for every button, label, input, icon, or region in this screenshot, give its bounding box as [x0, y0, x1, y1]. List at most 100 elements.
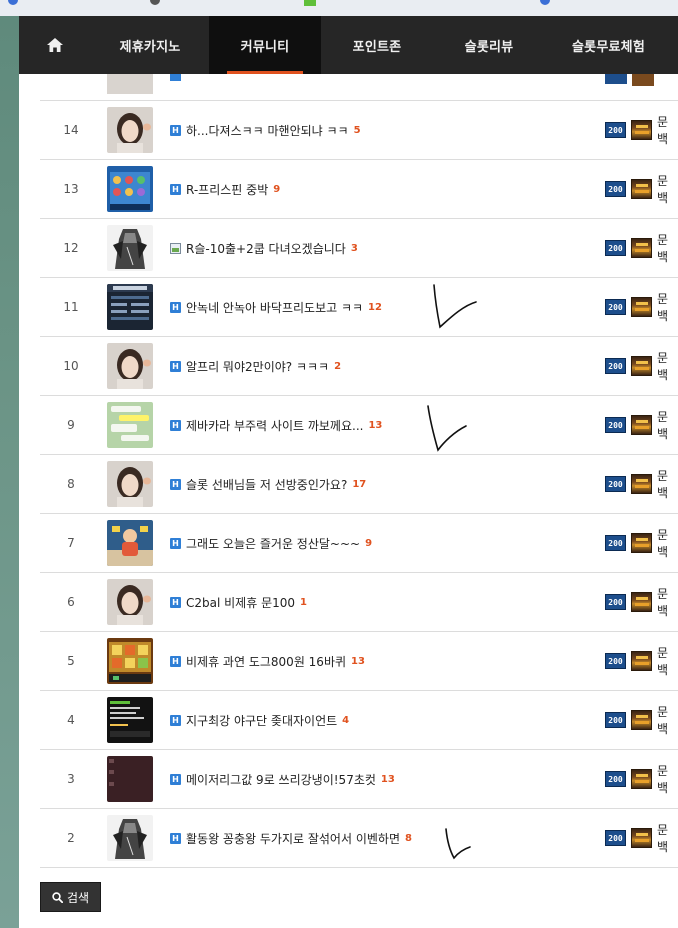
post-thumbnail	[107, 74, 153, 94]
post-thumbnail[interactable]	[107, 107, 153, 153]
writer-info[interactable]: 200 문백	[605, 455, 678, 513]
table-row[interactable]: 8 H 슬롯 선배님들 저 선방중인가요? 17 200 문백	[40, 455, 678, 514]
post-title: 메이저리그값 9로 쓰리강냉이!57초컷	[186, 772, 376, 787]
post-number: 2	[67, 831, 75, 845]
writer-info[interactable]: 200 문백	[605, 632, 678, 690]
post-title: R-프리스핀 중박	[186, 182, 269, 197]
browser-chrome	[0, 0, 678, 17]
writer-info[interactable]: 200 문백	[605, 691, 678, 749]
writer-info[interactable]: 200 문백	[605, 278, 678, 336]
nav-item-community[interactable]: 커뮤니티	[209, 16, 321, 74]
nav-item-affiliate-casino[interactable]: 제휴카지노	[91, 16, 209, 74]
writer-info[interactable]: 200 문백	[605, 573, 678, 631]
table-row[interactable]: 4 H 지구최강 야구단 좆대자이언트 4 200 문백	[40, 691, 678, 750]
browser-icon	[540, 0, 550, 5]
level-badge	[605, 74, 627, 84]
comment-count: 5	[353, 124, 361, 136]
table-row[interactable]: 13 H R-프리스핀 중박 9 200 문백	[40, 160, 678, 219]
nav-home-button[interactable]	[19, 16, 91, 74]
h-post-icon: H	[170, 596, 181, 608]
writer-name: 문백	[657, 764, 669, 795]
table-row[interactable]: 11 H 안녹네 안녹아 바닥프리도보고 ㅋㅋ 12 200 문백	[40, 278, 678, 337]
writer-info[interactable]: 200 문백	[605, 337, 678, 395]
search-button-label: 검색	[66, 890, 90, 905]
writer-info[interactable]: 200 문백	[605, 219, 678, 277]
writer-info[interactable]: 200 문백	[605, 514, 678, 572]
post-thumbnail[interactable]	[107, 815, 153, 861]
image-post-icon	[170, 242, 181, 254]
post-thumbnail[interactable]	[107, 284, 153, 330]
writer-info[interactable]: 200 문백	[605, 396, 678, 454]
h-post-icon: H	[170, 124, 181, 136]
table-row[interactable]: 6 H C2bal 비제휴 문100 1 200 문백	[40, 573, 678, 632]
post-number: 3	[67, 772, 75, 786]
writer-name: 문백	[657, 233, 669, 264]
post-thumbnail[interactable]	[107, 579, 153, 625]
post-title-link[interactable]: H C2bal 비제휴 문100 1	[170, 573, 307, 631]
comment-count: 13	[380, 773, 395, 785]
writer-name: 문백	[657, 528, 669, 559]
post-number: 8	[67, 477, 75, 491]
post-number: 11	[63, 300, 79, 314]
post-title-link[interactable]: H 메이저리그값 9로 쓰리강냉이!57초컷 13	[170, 750, 395, 808]
comment-count: 3	[350, 242, 358, 254]
writer-info[interactable]: 200 문백	[605, 160, 678, 218]
post-thumbnail[interactable]	[107, 343, 153, 389]
post-title: 그래도 오늘은 즐거운 정산달~~~	[186, 536, 361, 551]
table-row[interactable]: 10 H 알프리 뭐야2만이야? ㅋㅋㅋ 2 200 문백	[40, 337, 678, 396]
level-badge: 200	[605, 181, 626, 197]
nav-item-point-zone[interactable]: 포인트존	[321, 16, 433, 74]
post-thumbnail[interactable]	[107, 402, 153, 448]
level-badge: 200	[605, 535, 626, 551]
comment-count: 8	[404, 832, 412, 844]
post-thumbnail[interactable]	[107, 166, 153, 212]
post-title-link[interactable]: R슬-10출+2쿱 다녀오겠습니다 3	[170, 219, 358, 277]
post-title-link[interactable]: H 비제휴 과연 도그800원 16바퀴 13	[170, 632, 365, 690]
post-number: 10	[63, 359, 79, 373]
h-post-icon: H	[170, 773, 181, 785]
home-icon	[47, 38, 63, 52]
table-row[interactable]: 7 H 그래도 오늘은 즐거운 정산달~~~ 9 200 문백	[40, 514, 678, 573]
post-title-link[interactable]: H 알프리 뭐야2만이야? ㅋㅋㅋ 2	[170, 337, 341, 395]
post-title-link[interactable]: H 지구최강 야구단 좆대자이언트 4	[170, 691, 349, 749]
desktop-background	[0, 16, 19, 928]
writer-avatar	[631, 415, 652, 435]
post-title: 알프리 뭐야2만이야? ㅋㅋㅋ	[186, 359, 330, 374]
writer-info[interactable]: 200 문백	[605, 809, 678, 867]
search-button[interactable]: 검색	[40, 882, 101, 912]
post-thumbnail[interactable]	[107, 520, 153, 566]
post-number: 6	[67, 595, 75, 609]
table-row[interactable]: 3 H 메이저리그값 9로 쓰리강냉이!57초컷 13 200 문백	[40, 750, 678, 809]
writer-avatar	[631, 769, 652, 789]
post-title-link[interactable]: H 그래도 오늘은 즐거운 정산달~~~ 9	[170, 514, 372, 572]
table-row[interactable]: 5 H 비제휴 과연 도그800원 16바퀴 13 200 문백	[40, 632, 678, 691]
comment-count: 13	[351, 655, 365, 667]
post-thumbnail[interactable]	[107, 225, 153, 271]
post-title-link[interactable]: H 하...다져스ㅋㅋ 마핸안되냐 ㅋㅋ 5	[170, 101, 361, 159]
post-title-link[interactable]: H 활동왕 꽁충왕 두가지로 잘섞어서 이벤하면 8	[170, 809, 412, 867]
post-title-link[interactable]: H 안녹네 안녹아 바닥프리도보고 ㅋㅋ 12	[170, 278, 382, 336]
post-thumbnail[interactable]	[107, 697, 153, 743]
writer-avatar	[631, 592, 652, 612]
post-thumbnail[interactable]	[107, 638, 153, 684]
table-row[interactable]: 2 H 활동왕 꽁충왕 두가지로 잘섞어서 이벤하면 8 200 문백	[40, 809, 678, 868]
nav-item-free-slot-trial[interactable]: 슬롯무료체험	[545, 16, 672, 74]
level-badge: 200	[605, 594, 626, 610]
post-number: 9	[67, 418, 75, 432]
table-row[interactable]: 9 H 제바카라 부주력 사이트 까보께요... 13 200 문백	[40, 396, 678, 455]
comment-count: 13	[368, 419, 383, 431]
writer-info[interactable]: 200 문백	[605, 750, 678, 808]
writer-avatar	[631, 828, 652, 848]
writer-name: 문백	[657, 823, 669, 854]
writer-name: 문백	[657, 115, 669, 146]
post-title-link[interactable]: H 슬롯 선배님들 저 선방중인가요? 17	[170, 455, 366, 513]
post-thumbnail[interactable]	[107, 756, 153, 802]
writer-info[interactable]: 200 문백	[605, 101, 678, 159]
post-thumbnail[interactable]	[107, 461, 153, 507]
h-post-icon: H	[170, 537, 181, 549]
post-title-link[interactable]: H 제바카라 부주력 사이트 까보께요... 13	[170, 396, 382, 454]
table-row[interactable]: 14 H 하...다져스ㅋㅋ 마핸안되냐 ㅋㅋ 5 200 문백	[40, 101, 678, 160]
table-row[interactable]: 12 R슬-10출+2쿱 다녀오겠습니다 3 200 문백	[40, 219, 678, 278]
post-title-link[interactable]: H R-프리스핀 중박 9	[170, 160, 280, 218]
nav-item-slot-review[interactable]: 슬롯리뷰	[433, 16, 545, 74]
